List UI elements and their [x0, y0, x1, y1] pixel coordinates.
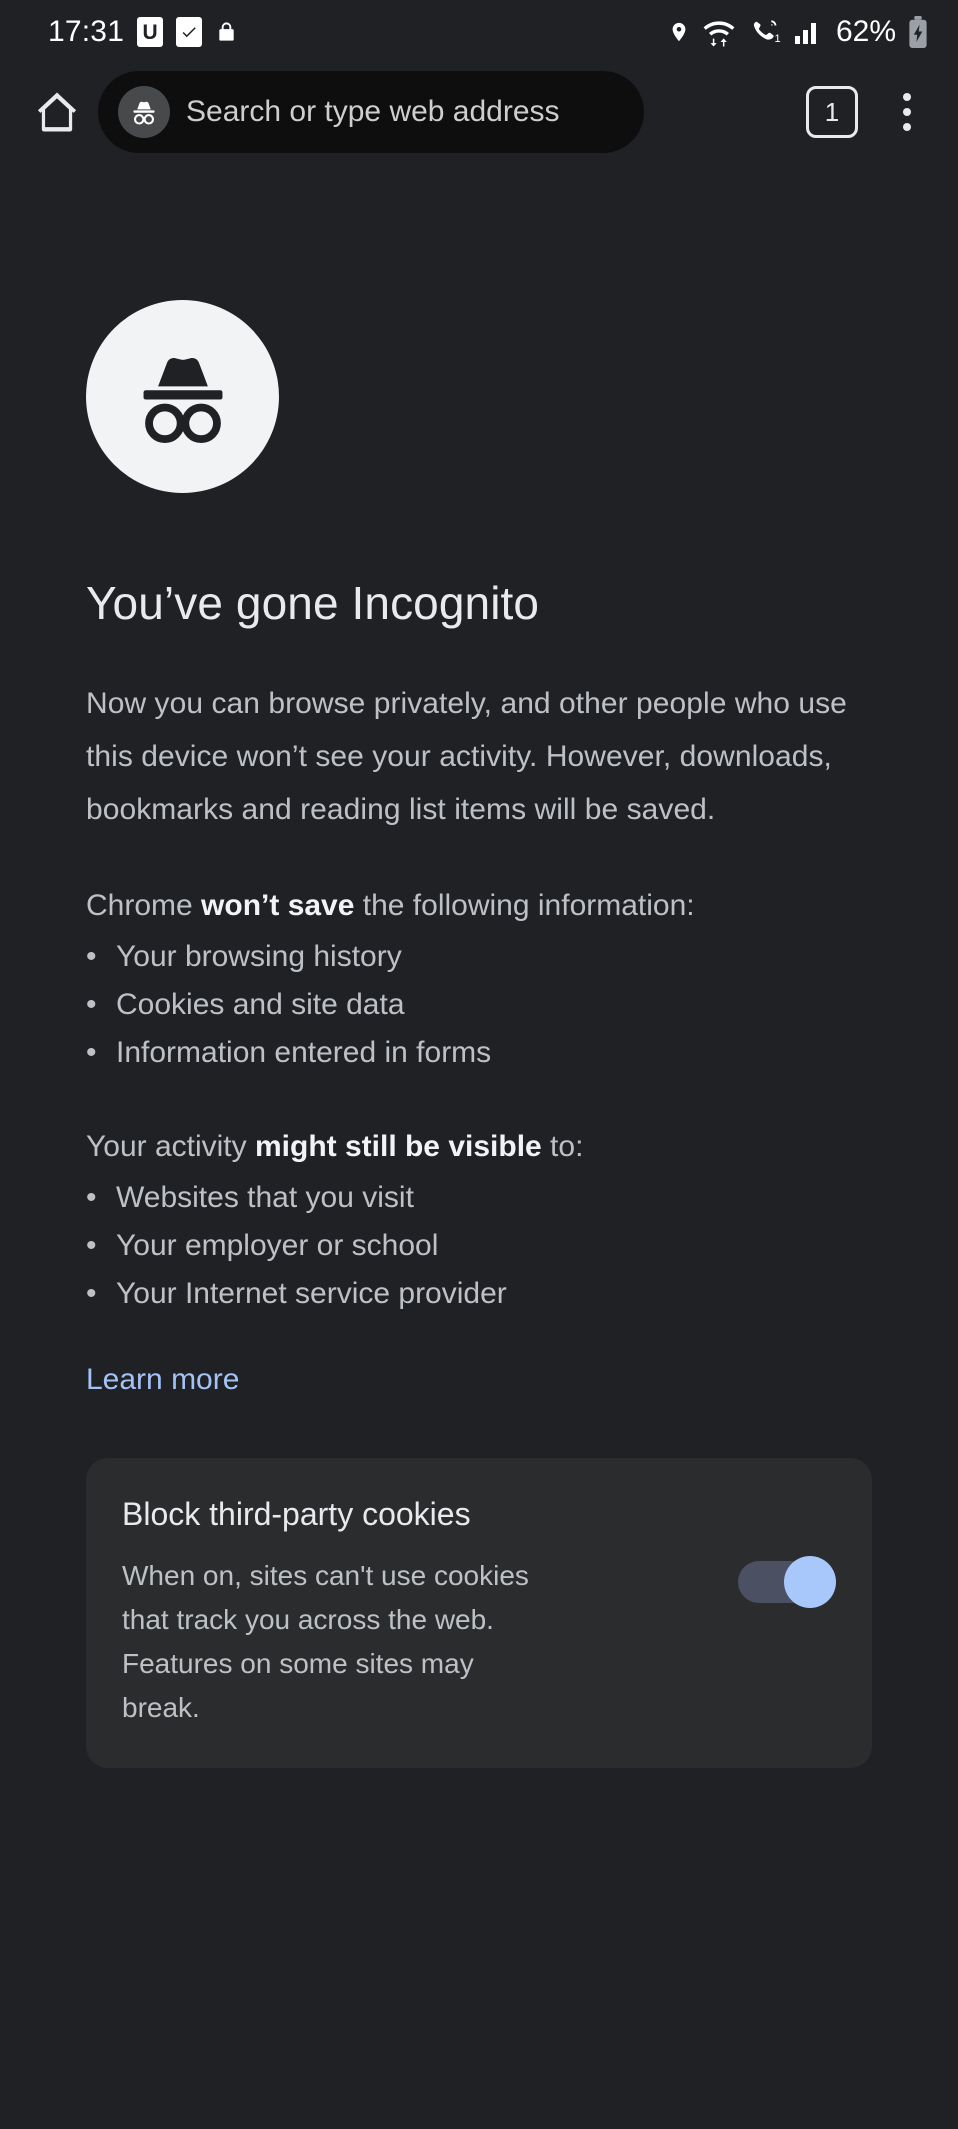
call-sim1-icon: 1: [748, 17, 782, 47]
list-item: • Cookies and site data: [86, 981, 872, 1029]
bullet-glyph: •: [86, 1036, 97, 1070]
intro-paragraph: Now you can browse privately, and other …: [86, 687, 847, 827]
svg-text:1: 1: [774, 33, 780, 45]
might-see-heading-prefix: Your activity: [86, 1130, 255, 1164]
cookie-card-description: When on, sites can't use cookies that tr…: [122, 1560, 529, 1724]
incognito-new-tab-page: You’ve gone Incognito Now you can browse…: [0, 160, 958, 2129]
battery-percent-label: 62%: [835, 15, 896, 48]
status-clock: 17:31: [48, 15, 125, 48]
cookie-card-title: Block third-party cookies: [122, 1496, 471, 1533]
incognito-icon: [118, 86, 170, 138]
bullet-glyph: •: [86, 988, 97, 1022]
list-item-label: Your Internet service provider: [116, 1277, 507, 1311]
list-item-label: Websites that you visit: [116, 1181, 414, 1215]
bullet-glyph: •: [86, 940, 97, 974]
page-title: You’ve gone Incognito: [86, 577, 540, 629]
status-bar-left: 17:31 U: [48, 17, 238, 47]
might-see-section: Your activity might still be visible to:…: [86, 1122, 872, 1318]
block-third-party-cookies-toggle[interactable]: [738, 1556, 836, 1609]
list-item: • Your Internet service provider: [86, 1270, 872, 1318]
wifi-data-transfer-icon: [702, 17, 736, 47]
might-see-list: • Websites that you visit • Your employe…: [86, 1174, 872, 1318]
location-pin-icon: [668, 17, 690, 47]
might-see-heading-suffix: to:: [541, 1130, 584, 1164]
tab-switcher-button[interactable]: 1: [806, 86, 858, 138]
home-button[interactable]: [26, 81, 88, 143]
notification-badge-u: U: [137, 17, 164, 47]
list-item: • Information entered in forms: [86, 1029, 872, 1077]
omnibox[interactable]: Search or type web address: [98, 71, 644, 153]
cookie-card-text: Block third-party cookies When on, sites…: [122, 1494, 738, 1730]
bullet-glyph: •: [86, 1229, 97, 1263]
wont-save-section: Chrome won’t save the following informat…: [86, 881, 872, 1077]
wont-save-heading: Chrome won’t save the following informat…: [86, 881, 872, 931]
might-see-heading-bold: might still be visible: [254, 1130, 542, 1164]
battery-charging-icon: [908, 16, 928, 48]
lock-icon: [215, 18, 238, 46]
list-item-label: Your browsing history: [116, 940, 402, 974]
omnibox-text: Search or type web address: [186, 95, 560, 128]
list-item: • Websites that you visit: [86, 1174, 872, 1222]
list-item-label: Information entered in forms: [116, 1036, 492, 1070]
more-vertical-icon[interactable]: [884, 81, 930, 143]
home-icon: [31, 86, 83, 138]
bullet-glyph: •: [86, 1181, 97, 1215]
list-item-label: Your employer or school: [116, 1229, 439, 1263]
menu-dot: [903, 93, 911, 101]
cellular-signal-icon: [794, 19, 822, 45]
block-third-party-cookies-card: Block third-party cookies When on, sites…: [86, 1458, 872, 1769]
bullet-glyph: •: [86, 1277, 97, 1311]
incognito-icon: [86, 300, 279, 493]
menu-dot: [903, 123, 911, 131]
status-bar-right: 1 62%: [668, 16, 928, 48]
learn-more-link[interactable]: Learn more: [86, 1360, 239, 1400]
wont-save-heading-prefix: Chrome: [86, 889, 202, 923]
status-bar: 17:31 U 1 62%: [0, 0, 958, 64]
list-item: • Your employer or school: [86, 1222, 872, 1270]
list-item-label: Cookies and site data: [116, 988, 405, 1022]
tab-count-label: 1: [824, 97, 840, 127]
toggle-thumb: [784, 1556, 836, 1609]
browser-toolbar: Search or type web address 1: [0, 64, 958, 160]
menu-dot: [903, 108, 911, 116]
wont-save-heading-suffix: the following information:: [354, 889, 695, 923]
might-see-heading: Your activity might still be visible to:: [86, 1122, 872, 1172]
wont-save-heading-bold: won’t save: [201, 889, 355, 923]
list-item: • Your browsing history: [86, 933, 872, 981]
wont-save-list: • Your browsing history • Cookies and si…: [86, 933, 872, 1077]
notification-badge-check: [176, 17, 203, 47]
